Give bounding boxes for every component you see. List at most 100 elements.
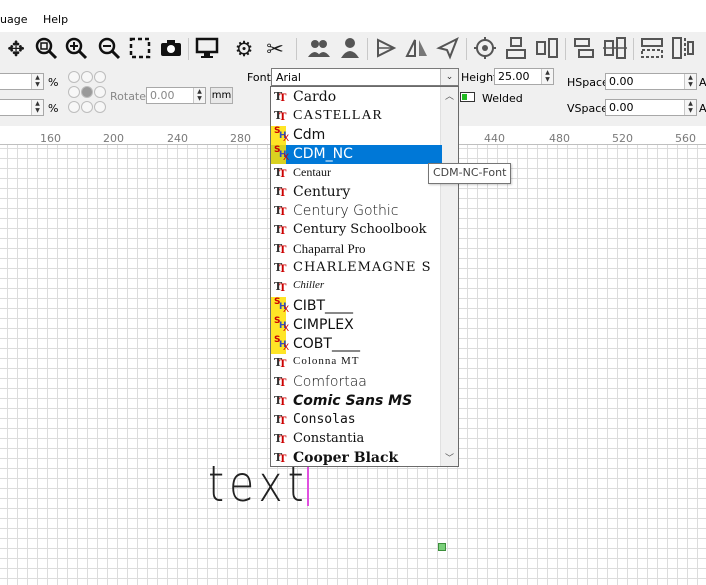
anchor-point-selected[interactable] bbox=[81, 86, 93, 98]
dropdown-scrollbar[interactable]: ︿ ﹀ bbox=[440, 87, 458, 466]
font-option-label: Consolas bbox=[293, 412, 356, 427]
font-option-label: CASTELLAR bbox=[293, 108, 383, 123]
settings-icon[interactable]: ⚙ bbox=[231, 36, 257, 62]
users-icon[interactable] bbox=[306, 36, 332, 62]
font-option[interactable]: S H X CIBT____ bbox=[271, 297, 442, 316]
vspace-label: VSpace bbox=[567, 102, 609, 115]
font-label: Font bbox=[247, 71, 271, 84]
monitor-icon[interactable] bbox=[194, 36, 220, 62]
spin-arrows-icon[interactable]: ▲ ▼ bbox=[31, 74, 43, 89]
font-option[interactable]: T T Colonna MT bbox=[271, 354, 442, 373]
menu-bar: uage Help bbox=[0, 10, 706, 30]
toolbar-separator bbox=[296, 38, 297, 60]
distribute-icon[interactable] bbox=[534, 36, 560, 62]
group-icon[interactable] bbox=[639, 36, 665, 62]
shx-icon: SHX bbox=[274, 335, 290, 353]
font-option[interactable]: T T Comfortaa bbox=[271, 373, 442, 392]
arrow-icon[interactable] bbox=[435, 36, 461, 62]
anchor-point[interactable] bbox=[68, 71, 80, 83]
font-option[interactable]: T T Cooper Black bbox=[271, 449, 442, 466]
target-icon[interactable] bbox=[472, 36, 498, 62]
ruler-tick: 520 bbox=[612, 132, 633, 145]
align-center-icon[interactable] bbox=[602, 36, 628, 62]
truetype-icon: TT bbox=[274, 432, 287, 446]
align-top-icon[interactable] bbox=[571, 36, 597, 62]
ungroup-icon[interactable] bbox=[670, 36, 696, 62]
anchor-point[interactable] bbox=[68, 101, 80, 113]
anchor-point[interactable] bbox=[94, 86, 106, 98]
menu-language[interactable]: uage bbox=[0, 13, 27, 26]
shx-icon: SHX bbox=[274, 316, 290, 334]
move-icon[interactable]: ✥ bbox=[3, 36, 29, 62]
font-option[interactable]: S H X CIMPLEX bbox=[271, 316, 442, 335]
font-option[interactable]: T T Consolas bbox=[271, 411, 442, 430]
text-cursor bbox=[307, 466, 309, 506]
tools-icon[interactable]: ✂ bbox=[262, 36, 288, 62]
zoom-out-icon[interactable] bbox=[96, 36, 122, 62]
shx-icon: SHX bbox=[274, 145, 290, 163]
spin-arrows-icon[interactable]: ▲ ▼ bbox=[684, 100, 696, 115]
spin-arrows-icon[interactable]: ▲ ▼ bbox=[684, 74, 696, 89]
font-combobox[interactable]: Arial ⌄ bbox=[271, 68, 459, 86]
width-spinbox[interactable]: ▲ ▼ bbox=[0, 73, 44, 90]
flip-icon[interactable] bbox=[404, 36, 430, 62]
font-option[interactable]: T T Constantia bbox=[271, 430, 442, 449]
font-option[interactable]: T T CASTELLAR bbox=[271, 107, 442, 126]
anchor-point[interactable] bbox=[68, 86, 80, 98]
truetype-icon: TT bbox=[274, 356, 287, 370]
anchor-point[interactable] bbox=[81, 101, 93, 113]
scroll-down-icon[interactable]: ﹀ bbox=[441, 451, 458, 464]
hspace-input[interactable]: 0.00 ▲ ▼ bbox=[605, 73, 697, 90]
font-option[interactable]: T T Chaparral Pro bbox=[271, 240, 442, 259]
ruler-tick: 560 bbox=[675, 132, 696, 145]
anchor-point[interactable] bbox=[94, 71, 106, 83]
zoom-selection-icon[interactable] bbox=[127, 36, 153, 62]
font-option[interactable]: T T Century Gothic bbox=[271, 202, 442, 221]
menu-help[interactable]: Help bbox=[43, 13, 68, 26]
truetype-icon: TT bbox=[274, 261, 287, 275]
font-option[interactable]: T T Centaur bbox=[271, 164, 442, 183]
spin-arrows-icon[interactable]: ▲ ▼ bbox=[193, 88, 205, 103]
anchor-point[interactable] bbox=[81, 71, 93, 83]
user-icon[interactable] bbox=[337, 36, 363, 62]
truetype-icon: TT bbox=[274, 394, 287, 408]
font-tooltip: CDM-NC-Font bbox=[428, 163, 512, 184]
font-option[interactable]: T T CHARLEMAGNE S bbox=[271, 259, 442, 278]
height-scale-spinbox[interactable]: ▲ ▼ bbox=[0, 99, 44, 116]
spin-arrows-icon[interactable]: ▲ ▼ bbox=[541, 69, 553, 84]
toolbar-separator bbox=[367, 38, 368, 60]
zoom-in-icon[interactable] bbox=[63, 36, 89, 62]
scroll-up-icon[interactable]: ︿ bbox=[441, 89, 458, 102]
font-option-label: CDM_NC bbox=[293, 146, 353, 162]
anchor-point[interactable] bbox=[94, 101, 106, 113]
font-option[interactable]: T T Comic Sans MS bbox=[271, 392, 442, 411]
vspace-input[interactable]: 0.00 ▲ ▼ bbox=[605, 99, 697, 116]
truetype-icon: TT bbox=[274, 280, 287, 294]
font-option-label: CHARLEMAGNE S bbox=[293, 260, 432, 275]
welded-toggle-icon[interactable] bbox=[460, 92, 475, 102]
truetype-icon: TT bbox=[274, 223, 287, 237]
font-option[interactable]: S H X COBT____ bbox=[271, 335, 442, 354]
zoom-fit-icon[interactable] bbox=[33, 36, 59, 62]
mirror-icon[interactable] bbox=[373, 36, 399, 62]
chevron-down-icon[interactable]: ⌄ bbox=[440, 69, 458, 85]
font-option[interactable]: T T Century Schoolbook bbox=[271, 221, 442, 240]
font-dropdown-list[interactable]: ︿ ﹀ T T Cardo T T CASTELLAR S H X Cdm S H X CDM_NC T T C… bbox=[270, 86, 459, 467]
font-option[interactable]: T T Cardo bbox=[271, 88, 442, 107]
font-option-label: Century bbox=[293, 184, 351, 200]
rotate-input[interactable]: 0.00 ▲ ▼ bbox=[146, 87, 206, 104]
height-label: Height bbox=[461, 71, 498, 84]
font-option-label: Century Schoolbook bbox=[293, 222, 427, 237]
mm-button[interactable]: mm bbox=[210, 87, 233, 104]
align-icon[interactable] bbox=[503, 36, 529, 62]
font-option[interactable]: T T Century bbox=[271, 183, 442, 202]
camera-icon[interactable] bbox=[158, 36, 184, 62]
toolbar-separator bbox=[466, 38, 467, 60]
height-input[interactable]: 25.00 ▲ ▼ bbox=[494, 68, 554, 85]
font-option[interactable]: T T Chiller bbox=[271, 278, 442, 297]
font-option[interactable]: S H X Cdm bbox=[271, 126, 442, 145]
font-option[interactable]: S H X CDM_NC bbox=[271, 145, 442, 164]
toolbar-separator bbox=[565, 38, 566, 60]
selection-handle[interactable] bbox=[438, 543, 446, 551]
spin-arrows-icon[interactable]: ▲ ▼ bbox=[31, 100, 43, 115]
